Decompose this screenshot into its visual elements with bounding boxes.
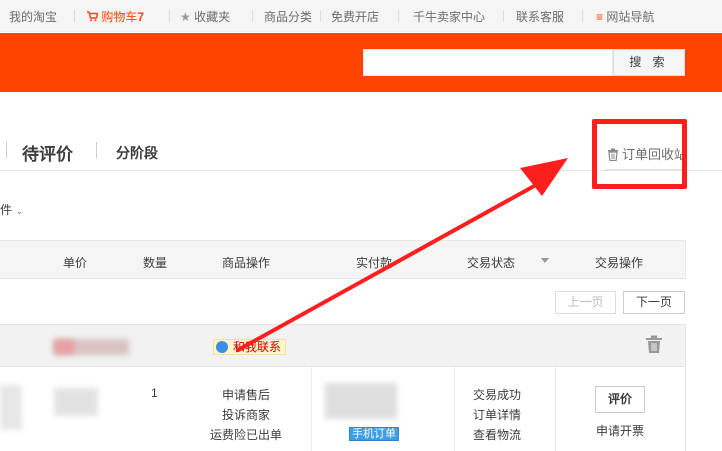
open-shop-link[interactable]: 免费开店	[331, 8, 379, 25]
menu-icon: ≡	[596, 10, 604, 24]
cart-label: 购物车	[101, 10, 138, 24]
order-details-link[interactable]: 订单详情	[473, 406, 521, 423]
cart-count-badge: 7	[137, 10, 145, 24]
nav-separator	[74, 10, 75, 22]
cart-icon	[87, 11, 99, 22]
request-invoice-link[interactable]: 申请开票	[596, 422, 644, 439]
nav-separator	[503, 10, 504, 22]
column-divider	[454, 367, 455, 451]
col-unit-price: 单价	[63, 256, 88, 270]
col-status-dropdown[interactable]: 交易状态	[467, 254, 515, 271]
site-top-nav: 我的淘宝 购物车7 ★ 收藏夹 商品分类 免费开店 千牛卖家中心 联系客服 ≡ …	[0, 0, 722, 32]
item-quantity: 1	[151, 386, 158, 400]
prev-page-button[interactable]: 上一页	[555, 291, 616, 314]
col-item-actions: 商品操作	[222, 256, 271, 270]
col-status-label: 交易状态	[467, 256, 516, 270]
chat-icon	[216, 341, 228, 353]
tab-divider	[6, 142, 7, 158]
contact-seller-label: 和我联系	[233, 340, 282, 354]
nav-separator	[398, 10, 399, 22]
customer-service-link[interactable]: 联系客服	[516, 8, 564, 25]
col-quantity: 数量	[143, 256, 168, 270]
nav-separator	[582, 10, 583, 22]
annotation-highlight-box	[592, 119, 687, 189]
star-icon: ★	[180, 10, 191, 24]
categories-link[interactable]: 商品分类	[264, 8, 312, 25]
redacted-paid-amount	[325, 383, 397, 419]
favorites-label: 收藏夹	[194, 10, 231, 24]
site-nav-label: 网站导航	[606, 10, 655, 24]
nav-separator	[320, 10, 321, 22]
caret-down-icon[interactable]	[541, 258, 549, 263]
seller-center-link[interactable]: 千牛卖家中心	[413, 8, 485, 25]
next-page-button[interactable]: 下一页	[623, 291, 685, 314]
trash-icon[interactable]	[645, 335, 663, 354]
tab-pending-review[interactable]: 待评价	[22, 140, 73, 165]
redacted-unit-price	[54, 388, 98, 416]
search-input[interactable]	[363, 49, 613, 76]
nav-separator	[169, 10, 170, 22]
favorites-link[interactable]: ★ 收藏夹	[180, 8, 230, 25]
tab-installment[interactable]: 分阶段	[116, 143, 158, 163]
view-logistics-link[interactable]: 查看物流	[473, 426, 521, 443]
filter-label: 条件	[0, 203, 13, 217]
col-paid: 实付款	[356, 256, 393, 270]
column-divider	[555, 367, 556, 451]
mobile-order-badge: 手机订单	[349, 427, 399, 441]
cart-link[interactable]: 购物车7	[87, 8, 144, 25]
complain-seller-link[interactable]: 投诉商家	[222, 406, 270, 423]
site-nav-link[interactable]: ≡ 网站导航	[596, 8, 654, 25]
column-divider	[311, 367, 312, 451]
filter-toggle[interactable]: 条件 ⌄	[0, 201, 24, 218]
chevron-down-icon: ⌄	[15, 206, 24, 217]
review-button[interactable]: 评价	[595, 386, 645, 413]
trade-status: 交易成功	[473, 388, 522, 402]
tab-divider	[96, 142, 97, 158]
search-button[interactable]: 搜 索	[613, 49, 685, 76]
nav-separator	[252, 10, 253, 22]
order-table-header: 单价 数量 商品操作 实付款 交易状态 交易操作	[0, 240, 686, 279]
shipping-insurance-link[interactable]: 运费险已出单	[210, 426, 282, 443]
col-order-actions: 交易操作	[595, 256, 644, 270]
redacted-item-image	[0, 385, 22, 430]
my-taobao-link[interactable]: 我的淘宝	[9, 8, 57, 25]
apply-after-sale-link[interactable]: 申请售后	[222, 386, 270, 403]
contact-seller-link[interactable]: 和我联系	[213, 339, 287, 355]
redacted-order-info	[54, 340, 74, 354]
brand-header: 搜 索	[0, 33, 722, 92]
